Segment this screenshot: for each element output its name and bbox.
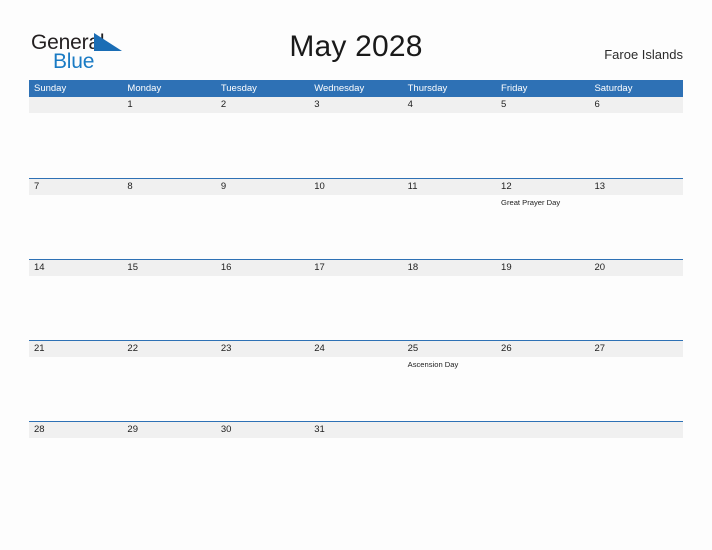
day-events[interactable] <box>403 195 496 259</box>
day-number[interactable]: 7 <box>29 179 122 195</box>
week-event-area: Great Prayer Day <box>29 195 683 259</box>
day-events[interactable] <box>122 113 215 177</box>
week-event-area <box>29 276 683 340</box>
day-events[interactable] <box>589 113 682 177</box>
weekday-header-monday: Monday <box>127 83 162 94</box>
day-events[interactable] <box>216 357 309 421</box>
day-number[interactable]: 23 <box>216 341 309 357</box>
day-number[interactable]: 4 <box>403 97 496 113</box>
weekday-header-wednesday: Wednesday <box>314 83 365 94</box>
day-events[interactable] <box>122 276 215 340</box>
day-events[interactable] <box>309 113 402 177</box>
day-number[interactable]: 15 <box>122 260 215 276</box>
day-number[interactable]: 1 <box>122 97 215 113</box>
day-events[interactable] <box>29 357 122 421</box>
day-events[interactable] <box>589 357 682 421</box>
day-events[interactable] <box>29 276 122 340</box>
day-number[interactable]: 27 <box>589 341 682 357</box>
day-number[interactable]: 11 <box>403 179 496 195</box>
calendar-grid: Sunday Monday Tuesday Wednesday Thursday… <box>29 80 683 502</box>
day-number[interactable]: 29 <box>122 422 215 438</box>
day-events[interactable] <box>29 195 122 259</box>
day-number[interactable]: 20 <box>589 260 682 276</box>
day-number[interactable]: 6 <box>589 97 682 113</box>
day-number[interactable]: 28 <box>29 422 122 438</box>
day-events[interactable] <box>589 438 682 502</box>
week-row: 28 29 30 31 <box>29 421 683 502</box>
day-number[interactable]: 16 <box>216 260 309 276</box>
day-events[interactable] <box>403 438 496 502</box>
day-events[interactable] <box>122 438 215 502</box>
page-header: General Blue May 2028 Faroe Islands <box>0 0 712 80</box>
day-events[interactable] <box>309 357 402 421</box>
event-label: Great Prayer Day <box>501 198 561 207</box>
day-events[interactable] <box>122 195 215 259</box>
day-events[interactable] <box>309 195 402 259</box>
day-number[interactable]: 8 <box>122 179 215 195</box>
day-events[interactable] <box>403 113 496 177</box>
day-number[interactable]: 19 <box>496 260 589 276</box>
day-events[interactable] <box>496 438 589 502</box>
day-events[interactable] <box>216 195 309 259</box>
day-events[interactable] <box>496 276 589 340</box>
day-events[interactable] <box>29 438 122 502</box>
day-number[interactable]: 3 <box>309 97 402 113</box>
weekday-header-tuesday: Tuesday <box>220 83 257 94</box>
week-date-band: 14 15 16 17 18 19 20 <box>29 260 683 276</box>
day-number[interactable]: 5 <box>496 97 589 113</box>
day-events[interactable] <box>496 113 589 177</box>
weekday-header-friday: Friday <box>501 83 528 94</box>
day-number[interactable]: 14 <box>29 260 122 276</box>
day-number[interactable]: 10 <box>309 179 402 195</box>
week-event-area: Ascension Day <box>29 357 683 421</box>
day-events[interactable] <box>29 113 122 177</box>
day-number[interactable]: 26 <box>496 341 589 357</box>
weekday-header-thursday: Thursday <box>407 83 448 94</box>
week-row: 14 15 16 17 18 19 20 <box>29 259 683 340</box>
day-number[interactable]: 25 <box>403 341 496 357</box>
day-events[interactable] <box>309 438 402 502</box>
day-number[interactable]: 13 <box>589 179 682 195</box>
day-number[interactable]: 18 <box>403 260 496 276</box>
day-number[interactable]: 2 <box>216 97 309 113</box>
day-number[interactable] <box>496 422 589 438</box>
day-events[interactable] <box>403 276 496 340</box>
week-row: 21 22 23 24 25 26 27 Ascension Day <box>29 340 683 421</box>
week-date-band: 7 8 9 10 11 12 13 <box>29 179 683 195</box>
day-number[interactable]: 24 <box>309 341 402 357</box>
day-number[interactable] <box>403 422 496 438</box>
day-events[interactable] <box>496 357 589 421</box>
weekday-header-row: Sunday Monday Tuesday Wednesday Thursday… <box>29 80 683 97</box>
week-event-area <box>29 438 683 502</box>
day-events[interactable] <box>589 195 682 259</box>
day-number[interactable]: 21 <box>29 341 122 357</box>
day-number[interactable]: 30 <box>216 422 309 438</box>
day-number[interactable]: 22 <box>122 341 215 357</box>
day-events[interactable] <box>216 113 309 177</box>
day-events[interactable]: Great Prayer Day <box>496 195 589 259</box>
day-number[interactable]: 9 <box>216 179 309 195</box>
week-date-band: 1 2 3 4 5 6 <box>29 97 683 113</box>
day-events[interactable] <box>216 276 309 340</box>
day-events[interactable] <box>122 357 215 421</box>
day-number[interactable]: 17 <box>309 260 402 276</box>
day-number[interactable]: 31 <box>309 422 402 438</box>
day-events[interactable] <box>589 276 682 340</box>
week-row: 7 8 9 10 11 12 13 Great Prayer Day <box>29 178 683 259</box>
week-date-band: 21 22 23 24 25 26 27 <box>29 341 683 357</box>
event-label: Ascension Day <box>407 360 459 369</box>
week-date-band: 28 29 30 31 <box>29 422 683 438</box>
day-number[interactable] <box>29 97 122 113</box>
week-event-area <box>29 113 683 177</box>
week-row: 1 2 3 4 5 6 <box>29 97 683 178</box>
region-label: Faroe Islands <box>604 47 683 62</box>
day-number[interactable]: 12 <box>496 179 589 195</box>
day-events[interactable] <box>216 438 309 502</box>
day-events[interactable]: Ascension Day <box>403 357 496 421</box>
day-events[interactable] <box>309 276 402 340</box>
day-number[interactable] <box>589 422 682 438</box>
weekday-header-sunday: Sunday <box>34 83 67 94</box>
weekday-header-saturday: Saturday <box>594 83 633 94</box>
